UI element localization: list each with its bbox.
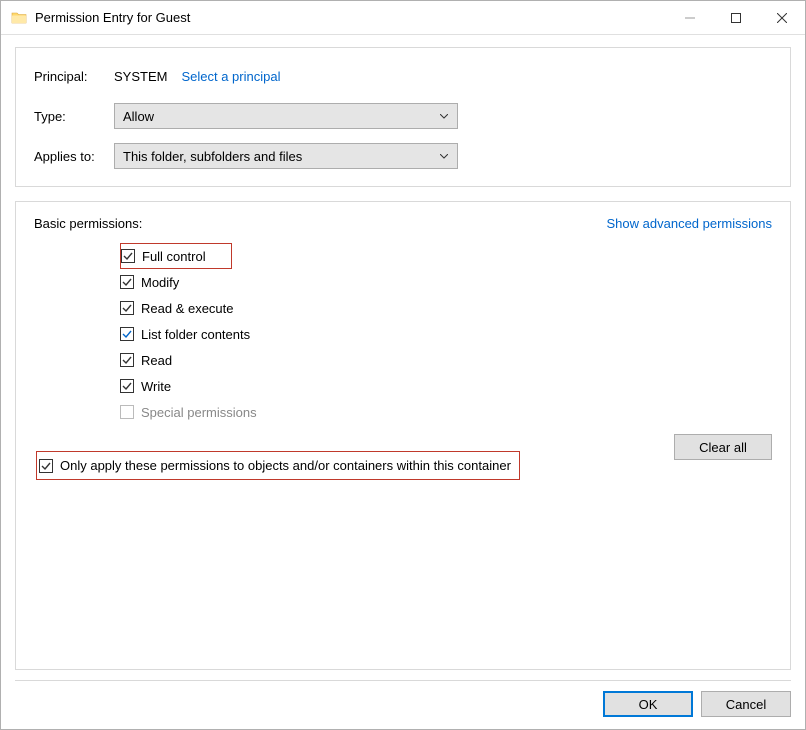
- permission-full-control[interactable]: Full control: [120, 243, 232, 269]
- principal-row: Principal: SYSTEM Select a principal: [34, 62, 772, 90]
- minimize-button[interactable]: [667, 1, 713, 34]
- permission-label: Read: [141, 353, 172, 368]
- ok-button[interactable]: OK: [603, 691, 693, 717]
- permission-read-execute[interactable]: Read & execute: [120, 295, 772, 321]
- checkbox-icon[interactable]: [120, 301, 134, 315]
- permission-label: Full control: [142, 249, 206, 264]
- cancel-button[interactable]: Cancel: [701, 691, 791, 717]
- checkbox-icon[interactable]: [121, 249, 135, 263]
- principal-label: Principal:: [34, 69, 114, 84]
- checkbox-icon: [120, 405, 134, 419]
- chevron-down-icon: [439, 154, 449, 159]
- window-controls: [667, 1, 805, 34]
- permission-special: Special permissions: [120, 399, 772, 425]
- permission-label: Read & execute: [141, 301, 234, 316]
- titlebar: Permission Entry for Guest: [1, 1, 805, 35]
- window-title: Permission Entry for Guest: [35, 10, 667, 25]
- close-button[interactable]: [759, 1, 805, 34]
- applies-to-row: Applies to: This folder, subfolders and …: [34, 142, 772, 170]
- only-apply-checkbox-row[interactable]: Only apply these permissions to objects …: [36, 451, 520, 480]
- permissions-panel: Basic permissions: Show advanced permiss…: [15, 201, 791, 670]
- dialog-footer: OK Cancel: [1, 681, 805, 729]
- type-row: Type: Allow: [34, 102, 772, 130]
- checkbox-icon[interactable]: [120, 353, 134, 367]
- checkbox-icon[interactable]: [120, 327, 134, 341]
- permission-label: Modify: [141, 275, 179, 290]
- permission-label: List folder contents: [141, 327, 250, 342]
- clear-all-button[interactable]: Clear all: [674, 434, 772, 460]
- only-apply-label: Only apply these permissions to objects …: [60, 458, 511, 473]
- type-value: Allow: [123, 109, 439, 124]
- maximize-button[interactable]: [713, 1, 759, 34]
- permissions-header: Basic permissions: Show advanced permiss…: [34, 216, 772, 231]
- permission-write[interactable]: Write: [120, 373, 772, 399]
- permission-read[interactable]: Read: [120, 347, 772, 373]
- permission-modify[interactable]: Modify: [120, 269, 772, 295]
- checkbox-icon[interactable]: [120, 379, 134, 393]
- applies-to-dropdown[interactable]: This folder, subfolders and files: [114, 143, 458, 169]
- type-label: Type:: [34, 109, 114, 124]
- show-advanced-link[interactable]: Show advanced permissions: [607, 216, 772, 231]
- chevron-down-icon: [439, 114, 449, 119]
- checkbox-icon[interactable]: [39, 459, 53, 473]
- checkbox-icon[interactable]: [120, 275, 134, 289]
- select-principal-link[interactable]: Select a principal: [181, 69, 280, 84]
- basic-permissions-label: Basic permissions:: [34, 216, 142, 231]
- permissions-list: Full control Modify Read & execute: [120, 243, 772, 425]
- permission-label: Special permissions: [141, 405, 257, 420]
- permission-list-folder[interactable]: List folder contents: [120, 321, 772, 347]
- permission-entry-window: Permission Entry for Guest Principal: SY…: [0, 0, 806, 730]
- folder-icon: [11, 10, 27, 26]
- applies-to-label: Applies to:: [34, 149, 114, 164]
- principal-panel: Principal: SYSTEM Select a principal Typ…: [15, 47, 791, 187]
- permission-label: Write: [141, 379, 171, 394]
- content-area: Principal: SYSTEM Select a principal Typ…: [1, 35, 805, 680]
- type-dropdown[interactable]: Allow: [114, 103, 458, 129]
- applies-to-value: This folder, subfolders and files: [123, 149, 439, 164]
- principal-value: SYSTEM: [114, 69, 167, 84]
